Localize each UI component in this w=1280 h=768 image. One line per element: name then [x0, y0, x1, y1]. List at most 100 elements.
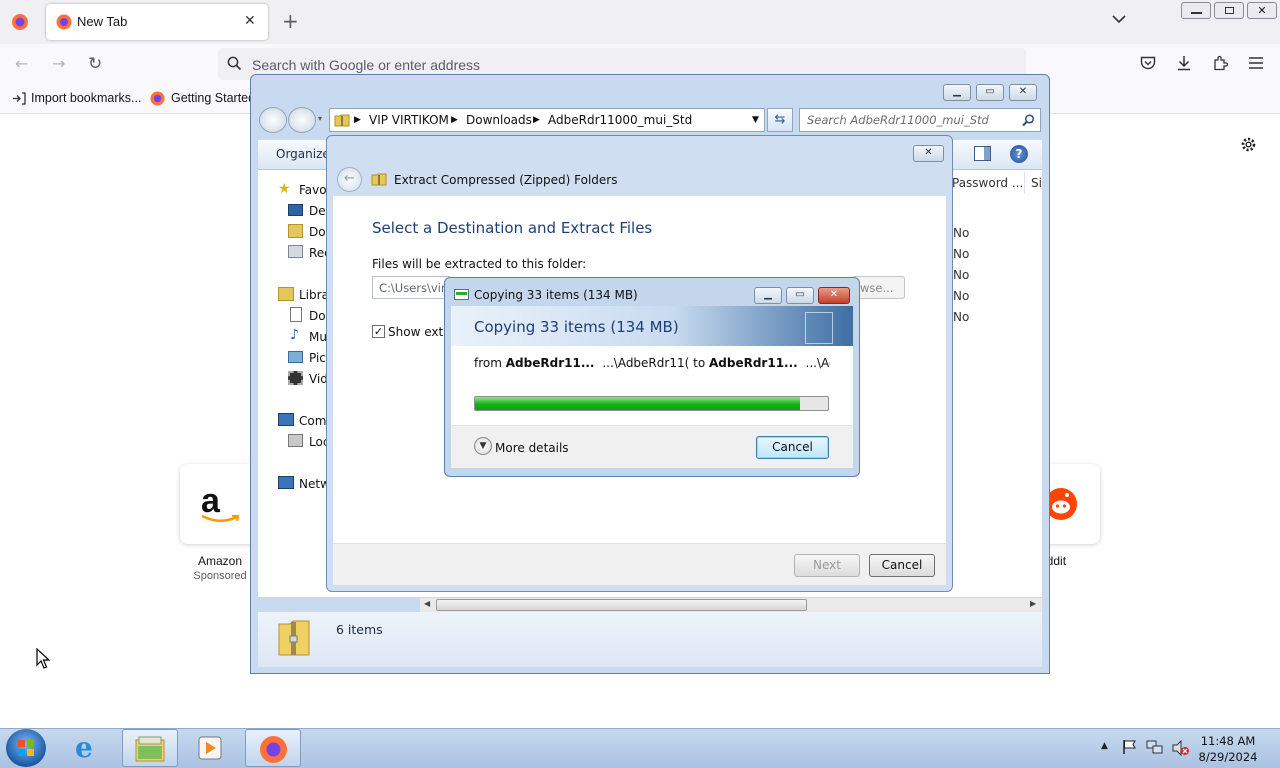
from-name[interactable]: AdbeRdr11... — [506, 356, 595, 370]
breadcrumb-arrow-icon: ▶ — [354, 115, 361, 125]
column-divider — [1024, 172, 1025, 194]
explorer-search-box[interactable]: Search AdbeRdr11000_mui_Std — [799, 108, 1041, 132]
copy-minimize-button[interactable]: ▁ — [754, 287, 782, 304]
firefox-taskbar-icon — [259, 735, 288, 764]
preview-pane-icon[interactable] — [974, 146, 991, 161]
explorer-maximize-button[interactable]: ▭ — [976, 84, 1004, 101]
minimize-button[interactable] — [1181, 2, 1211, 19]
reload-icon[interactable]: ↻ — [88, 56, 102, 73]
destination-path: C:\Users\virt — [379, 281, 451, 295]
explorer-minimize-button[interactable]: ▁ — [943, 84, 971, 101]
explorer-forward-button[interactable] — [288, 107, 316, 133]
to-word: to — [693, 356, 706, 370]
organize-menu[interactable]: Organize — [276, 147, 330, 161]
close-tab-icon[interactable]: ✕ — [244, 13, 256, 29]
app-menu-icon[interactable] — [1249, 57, 1263, 69]
explorer-close-button[interactable]: ✕ — [1009, 84, 1037, 101]
header-decoration — [805, 312, 833, 344]
to-name[interactable]: AdbeRdr11... — [709, 356, 798, 370]
password-cell: No — [953, 247, 970, 261]
destination-input[interactable]: C:\Users\virt — [372, 276, 450, 299]
import-icon — [12, 92, 26, 105]
pocket-icon[interactable] — [1140, 56, 1156, 71]
browse-label: wse... — [860, 281, 894, 295]
wizard-close-button[interactable]: ✕ — [913, 145, 944, 162]
wizard-cancel-button[interactable]: Cancel — [869, 554, 935, 577]
firefox-view-icon[interactable] — [11, 13, 29, 31]
destination-label: Files will be extracted to this folder: — [372, 257, 587, 271]
recent-places-icon — [288, 245, 303, 258]
pictures-icon — [288, 351, 303, 363]
folder-zip-icon — [334, 112, 350, 128]
breadcrumb-arrow-icon: ▶ — [533, 115, 540, 125]
settings-gear-icon[interactable] — [1240, 136, 1257, 153]
copy-dialog-title: Copying 33 items (134 MB) — [474, 288, 638, 302]
copy-cancel-button[interactable]: Cancel — [756, 436, 829, 459]
new-tab-icon[interactable]: + — [282, 11, 299, 31]
address-dropdown-icon[interactable]: ▼ — [752, 115, 759, 125]
bookmark-import[interactable]: Import bookmarks... — [31, 91, 141, 105]
extensions-icon[interactable] — [1212, 55, 1228, 71]
expand-details-icon[interactable]: ▼ — [474, 437, 492, 455]
zip-folder-large-icon — [276, 618, 312, 658]
help-icon[interactable]: ? — [1010, 145, 1028, 163]
internet-explorer-icon: e — [75, 731, 93, 764]
progress-fill — [475, 397, 800, 410]
list-all-tabs-icon[interactable] — [1112, 14, 1126, 24]
downloads-folder-icon — [288, 224, 303, 238]
desktop-icon — [288, 204, 303, 216]
taskbar-media-player[interactable] — [184, 729, 240, 767]
taskbar-internet-explorer[interactable]: e — [62, 729, 118, 767]
explorer-back-button[interactable] — [259, 107, 287, 133]
show-hidden-icons[interactable]: ▲ — [1101, 741, 1108, 751]
volume-muted-icon[interactable] — [1172, 740, 1190, 756]
column-header-password[interactable]: Password ... — [952, 176, 1023, 190]
network-tray-icon[interactable] — [1146, 740, 1164, 755]
breadcrumb-current[interactable]: AdbeRdr11000_mui_Std — [548, 113, 692, 127]
bookmark-getting-started[interactable]: Getting Started — [171, 91, 255, 105]
amazon-logo-icon: a — [201, 482, 220, 520]
refresh-icon[interactable]: ⇆ — [767, 108, 793, 132]
scroll-left-icon[interactable]: ◀ — [424, 599, 430, 608]
system-clock[interactable]: 11:48 AM 8/29/2024 — [1190, 733, 1266, 765]
videos-icon — [288, 371, 303, 385]
start-button[interactable] — [6, 729, 46, 767]
next-button[interactable]: Next — [794, 554, 860, 577]
taskbar-explorer[interactable] — [122, 729, 178, 767]
from-word: from — [474, 356, 502, 370]
scrollbar-thumb[interactable] — [436, 599, 807, 611]
breadcrumb-vip[interactable]: VIP VIRTIKOM — [369, 113, 449, 127]
tab-new-tab[interactable]: New Tab ✕ — [46, 4, 268, 40]
copy-dialog-icon — [454, 287, 469, 300]
copy-maximize-button[interactable]: ▭ — [786, 287, 814, 304]
downloads-icon[interactable] — [1176, 55, 1192, 71]
show-files-checkbox[interactable]: ✓ — [372, 325, 385, 338]
scroll-right-icon[interactable]: ▶ — [1030, 599, 1036, 608]
from-path: ...\AdbeRdr11( — [602, 356, 690, 370]
back-icon[interactable]: ← — [15, 56, 28, 72]
item-count: 6 items — [336, 622, 383, 637]
password-cell: No — [953, 268, 970, 282]
action-center-flag-icon[interactable] — [1122, 739, 1137, 755]
nav-computer[interactable]: Com — [299, 414, 326, 428]
clock-date: 8/29/2024 — [1198, 750, 1258, 764]
explorer-search-placeholder: Search AdbeRdr11000_mui_Std — [807, 113, 989, 127]
address-bar[interactable]: ▶ VIP VIRTIKOM ▶ Downloads ▶ AdbeRdr1100… — [329, 108, 765, 132]
copy-close-button[interactable]: ✕ — [818, 287, 850, 304]
horizontal-scrollbar[interactable]: ◀ ▶ — [420, 597, 1042, 612]
nav-libraries[interactable]: Libra — [299, 288, 329, 302]
recent-pages-icon[interactable]: ▾ — [318, 114, 322, 123]
close-window-button[interactable]: ✕ — [1247, 2, 1277, 19]
taskbar-firefox[interactable] — [245, 729, 301, 767]
column-header-size[interactable]: Si — [1031, 176, 1042, 190]
forward-icon[interactable]: → — [52, 56, 65, 72]
url-placeholder: Search with Google or enter address — [252, 57, 481, 73]
wizard-back-button[interactable]: ← — [337, 167, 362, 192]
restore-button[interactable] — [1214, 2, 1244, 19]
breadcrumb-downloads[interactable]: Downloads — [466, 113, 532, 127]
explorer-details-pane — [258, 612, 1042, 667]
more-details-label[interactable]: More details — [495, 441, 569, 455]
shortcut-amazon[interactable]: a — [180, 464, 260, 544]
password-cell: No — [953, 310, 970, 324]
nav-music[interactable]: Mu — [309, 330, 327, 344]
